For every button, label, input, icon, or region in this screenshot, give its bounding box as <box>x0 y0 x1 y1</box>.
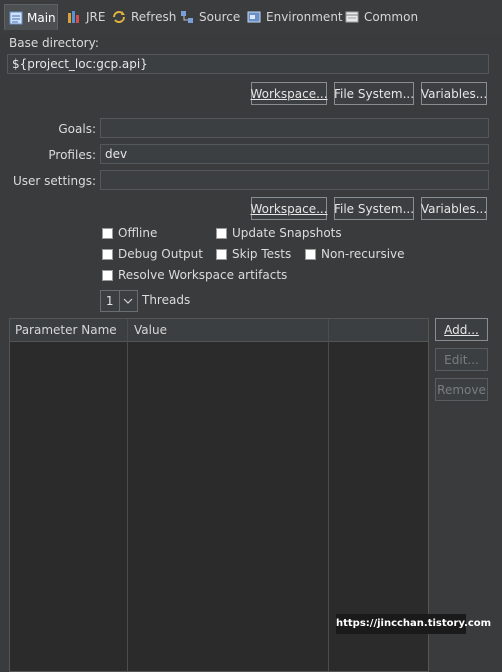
non-recursive-checkbox-box[interactable] <box>305 248 316 260</box>
non-recursive-label: Non-recursive <box>321 247 405 261</box>
tab-refresh-label: Refresh <box>131 10 177 24</box>
column-divider <box>328 319 329 671</box>
source-icon <box>179 9 195 25</box>
tab-source[interactable]: Source <box>175 4 244 30</box>
resolve-workspace-label: Resolve Workspace artifacts <box>118 268 288 282</box>
remove-parameter-button[interactable]: Remove <box>435 378 488 401</box>
tab-bar: Main JRE Refresh Source Environment Comm… <box>0 0 502 34</box>
base-dir-file-system-button[interactable]: File System... <box>334 82 414 105</box>
edit-parameter-button[interactable]: Edit... <box>435 348 488 371</box>
user-settings-label: User settings: <box>12 174 96 188</box>
profiles-label: Profiles: <box>48 148 96 162</box>
base-dir-variables-button[interactable]: Variables... <box>421 82 487 105</box>
tab-common-label: Common <box>364 10 419 24</box>
tab-main[interactable]: Main <box>4 4 58 30</box>
user-settings-field[interactable] <box>100 170 489 190</box>
tab-refresh[interactable]: Refresh <box>107 4 180 30</box>
non-recursive-checkbox[interactable]: Non-recursive <box>305 247 405 261</box>
base-directory-field[interactable]: ${project_loc:gcp.api} <box>7 54 489 74</box>
refresh-icon <box>111 9 127 25</box>
offline-label: Offline <box>118 226 158 240</box>
base-dir-file-system-label: File System... <box>333 86 415 101</box>
user-settings-variables-button[interactable]: Variables... <box>421 197 487 220</box>
tab-jre-label: JRE <box>86 10 106 24</box>
offline-checkbox[interactable]: Offline <box>102 226 157 240</box>
goals-label: Goals: <box>58 122 96 136</box>
column-header-value[interactable]: Value <box>129 319 329 341</box>
add-parameter-label: Add... <box>444 322 479 337</box>
threads-select[interactable]: 1 <box>100 290 138 312</box>
skip-tests-label: Skip Tests <box>232 247 292 261</box>
environment-icon <box>246 9 262 25</box>
tab-jre[interactable]: JRE <box>62 4 109 30</box>
skip-tests-checkbox[interactable]: Skip Tests <box>216 247 291 261</box>
tab-main-label: Main <box>27 10 56 25</box>
resolve-workspace-checkbox[interactable]: Resolve Workspace artifacts <box>102 268 287 282</box>
base-dir-workspace-label: Workspace... <box>250 86 328 101</box>
debug-output-checkbox-box[interactable] <box>102 248 113 260</box>
offline-checkbox-box[interactable] <box>102 227 113 239</box>
debug-output-checkbox[interactable]: Debug Output <box>102 247 203 261</box>
base-dir-variables-label: Variables... <box>420 86 488 101</box>
base-dir-workspace-button[interactable]: Workspace... <box>250 82 328 105</box>
remove-parameter-label: Remove <box>437 382 486 397</box>
update-snapshots-label: Update Snapshots <box>232 226 342 240</box>
parameters-table-header: Parameter Name Value <box>10 319 428 342</box>
column-header-parameter-name[interactable]: Parameter Name <box>10 319 128 341</box>
threads-label: Threads <box>142 293 191 307</box>
tab-environment[interactable]: Environment <box>242 4 347 30</box>
user-settings-workspace-label: Workspace... <box>250 201 328 216</box>
main-tab-icon <box>9 10 23 26</box>
add-parameter-button[interactable]: Add... <box>435 318 488 341</box>
update-snapshots-checkbox-box[interactable] <box>216 227 227 239</box>
watermark-url: https://jincchan.tistory.com <box>336 614 491 634</box>
debug-output-label: Debug Output <box>118 247 203 261</box>
goals-field[interactable] <box>100 118 489 138</box>
edit-parameter-label: Edit... <box>444 352 479 367</box>
user-settings-variables-label: Variables... <box>420 201 488 216</box>
user-settings-file-system-label: File System... <box>333 201 415 216</box>
update-snapshots-checkbox[interactable]: Update Snapshots <box>216 226 342 240</box>
skip-tests-checkbox-box[interactable] <box>216 248 227 260</box>
column-divider <box>127 319 128 671</box>
jre-icon <box>66 9 82 25</box>
base-directory-label: Base directory: <box>9 36 99 50</box>
profiles-field[interactable]: dev <box>100 144 489 164</box>
tab-environment-label: Environment <box>266 10 343 24</box>
user-settings-workspace-button[interactable]: Workspace... <box>250 197 328 220</box>
tab-source-label: Source <box>199 10 241 24</box>
tab-common[interactable]: Common <box>340 4 422 30</box>
resolve-workspace-checkbox-box[interactable] <box>102 269 113 281</box>
launch-config-main-panel: Main JRE Refresh Source Environment Comm… <box>0 0 502 672</box>
common-icon <box>344 9 360 25</box>
chevron-down-icon[interactable] <box>118 291 138 311</box>
threads-value: 1 <box>105 294 114 308</box>
user-settings-file-system-button[interactable]: File System... <box>334 197 414 220</box>
